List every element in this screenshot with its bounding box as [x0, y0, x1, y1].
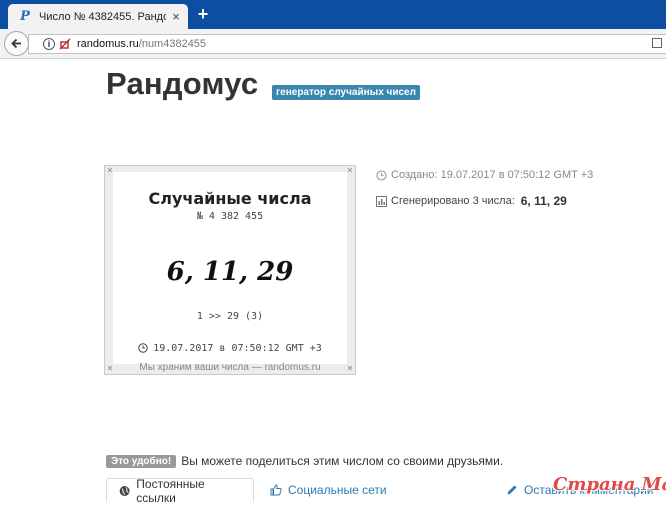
share-row: Это удобно! Вы можете поделиться этим чи…	[106, 454, 503, 468]
pencil-icon	[507, 485, 517, 495]
url-field[interactable]: i randomus.ru/num4382455	[28, 34, 666, 54]
watermark: Страна Мам	[553, 474, 666, 495]
tab-permalinks-label: Постоянные ссылки	[136, 476, 205, 505]
thumbs-up-icon	[270, 484, 282, 496]
card-date: 19.07.2017 в 07:50:12 GMT +3	[113, 343, 347, 354]
clock-icon	[138, 343, 148, 353]
meta-generated-label: Сгенерировано 3 числа:	[391, 195, 515, 207]
meta-created-text: Создано: 19.07.2017 в 07:50:12 GMT +3	[391, 169, 594, 181]
url-domain: randomus.ru	[77, 38, 139, 50]
share-text: Вы можете поделиться этим числом со свои…	[181, 454, 504, 468]
back-button[interactable]	[4, 31, 29, 56]
clock-icon	[376, 169, 387, 181]
share-badge: Это удобно!	[106, 454, 177, 468]
card-footer: Мы храним ваши числа — randomus.ru	[139, 362, 321, 373]
meta-generated-values: 6, 11, 29	[520, 194, 567, 208]
favicon-icon: P	[20, 8, 30, 24]
tracking-block-icon[interactable]	[59, 38, 71, 50]
browser-tabbar: P Число № 4382455. Рандомус × +	[0, 0, 666, 29]
window-icon[interactable]	[652, 38, 662, 48]
tab-close-icon[interactable]: ×	[170, 9, 182, 24]
info-icon[interactable]: i	[43, 38, 55, 50]
corner-x-icon: ✕	[346, 166, 354, 175]
meta-generated: Сгенерировано 3 числа: 6, 11, 29	[376, 194, 567, 208]
card-inner: Случайные числа № 4 382 455 6, 11, 29 1 …	[113, 172, 347, 364]
address-bar: i randomus.ru/num4382455	[0, 29, 666, 59]
site-badge: генератор случайных чисел	[272, 85, 420, 100]
tab-permalinks[interactable]: Постоянные ссылки	[106, 476, 254, 505]
card-number: № 4 382 455	[196, 211, 264, 222]
card-date-text: 19.07.2017 в 07:50:12 GMT +3	[153, 343, 322, 354]
url-path: /num4382455	[138, 38, 207, 50]
arrow-left-icon	[11, 38, 21, 49]
tab-social[interactable]: Социальные сети	[258, 478, 399, 502]
globe-icon	[119, 485, 130, 496]
browser-tab[interactable]: P Число № 4382455. Рандомус ×	[8, 4, 188, 29]
card-title: Случайные числа	[148, 189, 312, 208]
card-values: 6, 11, 29	[166, 257, 294, 287]
bar-chart-icon	[376, 195, 387, 207]
tab-title: Число № 4382455. Рандомус	[39, 10, 166, 23]
meta-created: Создано: 19.07.2017 в 07:50:12 GMT +3	[376, 169, 593, 181]
card-range: 1 >> 29 (3)	[196, 311, 264, 322]
site-title[interactable]: Рандомус	[106, 66, 258, 102]
new-tab-button[interactable]: +	[194, 4, 212, 24]
tab-social-label: Социальные сети	[288, 483, 387, 497]
result-card: ✕ ✕ ✕ ✕ Случайные числа № 4 382 455 6, 1…	[104, 165, 356, 375]
